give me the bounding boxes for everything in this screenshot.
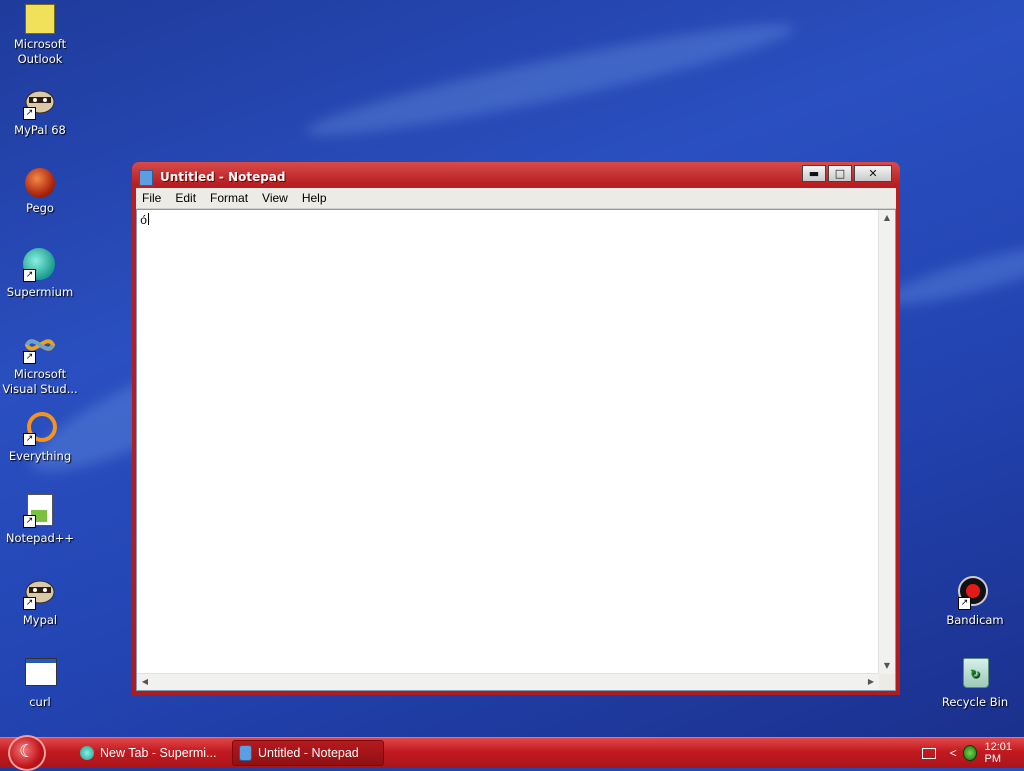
shortcut-arrow-icon: ↗ xyxy=(23,433,36,446)
window-title: Untitled - Notepad xyxy=(160,170,286,184)
desktop-icon-supermium[interactable]: ↗ Supermium xyxy=(0,248,80,300)
visual-studio-icon: ↗ xyxy=(23,330,57,364)
menu-format[interactable]: Format xyxy=(204,191,256,205)
clock[interactable]: 12:01 PM xyxy=(985,741,1024,765)
shortcut-arrow-icon: ↗ xyxy=(23,515,36,528)
wallpaper-streak xyxy=(301,8,799,152)
scroll-up-icon[interactable]: ▲ xyxy=(879,210,895,226)
desktop-icon-label: Outlook xyxy=(17,52,63,66)
shortcut-arrow-icon: ↗ xyxy=(958,597,971,610)
menu-help[interactable]: Help xyxy=(296,191,335,205)
menu-edit[interactable]: Edit xyxy=(169,191,204,205)
supermium-icon xyxy=(80,746,94,760)
desktop-icon-label: Recycle Bin xyxy=(941,695,1009,709)
recycle-bin-icon: ↻ xyxy=(958,658,992,692)
desktop-icon-label: Visual Stud... xyxy=(2,382,78,396)
network-status-icon[interactable] xyxy=(962,745,977,761)
supermium-icon: ↗ xyxy=(23,248,57,282)
close-button[interactable]: ✕ xyxy=(854,165,892,182)
scroll-left-icon[interactable]: ◀ xyxy=(137,674,153,690)
system-tray: < 12:01 PM xyxy=(894,738,1024,768)
desktop-icon-label: Everything xyxy=(8,449,72,463)
taskbar: ☾ New Tab - Supermi... Untitled - Notepa… xyxy=(0,735,1024,771)
desktop-icon-pego[interactable]: Pego xyxy=(0,168,80,216)
maximize-button[interactable]: □ xyxy=(828,165,852,182)
desktop-icon-label: Bandicam xyxy=(946,613,1004,627)
menubar: File Edit Format View Help xyxy=(136,188,896,209)
desktop-icon-label: Supermium xyxy=(6,285,74,299)
desktop-icon-outlook[interactable]: Microsoft Outlook xyxy=(0,4,80,67)
shortcut-arrow-icon: ↗ xyxy=(23,351,36,364)
notepad-icon xyxy=(239,745,252,761)
minimize-button[interactable]: ▬ xyxy=(802,165,826,182)
taskbar-button-label: New Tab - Supermi... xyxy=(100,746,217,760)
start-button[interactable]: ☾ xyxy=(8,735,46,771)
desktop-icon-recycle-bin[interactable]: ↻ Recycle Bin xyxy=(935,658,1015,710)
desktop-icon-label: curl xyxy=(29,695,51,709)
taskbar-button-label: Untitled - Notepad xyxy=(258,746,359,760)
tray-expand-icon[interactable]: < xyxy=(950,746,957,760)
shortcut-arrow-icon: ↗ xyxy=(23,269,36,282)
bandicam-icon: ↗ xyxy=(958,576,992,610)
titlebar[interactable]: Untitled - Notepad ▬ □ ✕ xyxy=(132,162,900,190)
wallpaper-streak xyxy=(879,234,1024,316)
text-caret xyxy=(148,213,150,225)
desktop-icon-label: Microsoft xyxy=(13,37,67,51)
horizontal-scrollbar[interactable]: ◀ ▶ xyxy=(137,673,879,690)
size-grip[interactable] xyxy=(879,674,895,690)
desktop-icon-label: Notepad++ xyxy=(5,531,75,545)
mypal68-icon: ↗ xyxy=(23,86,57,120)
shortcut-arrow-icon: ↗ xyxy=(23,107,36,120)
text-editor[interactable]: ó ▲ ▼ ◀ ▶ xyxy=(136,209,896,691)
desktop-icon-visual-studio[interactable]: ↗ Microsoft Visual Stud... xyxy=(0,330,80,397)
desktop-icon-mypal68[interactable]: ↗ MyPal 68 xyxy=(0,86,80,138)
shortcut-arrow-icon: ↗ xyxy=(23,597,36,610)
desktop-icon-label: Microsoft xyxy=(13,367,67,381)
desktop-icon-mypal[interactable]: ↗ Mypal xyxy=(0,576,80,628)
outlook-icon xyxy=(25,4,55,34)
everything-icon: ↗ xyxy=(23,412,57,446)
desktop-icon-label: Mypal xyxy=(22,613,58,627)
curl-icon xyxy=(23,658,57,692)
notepadpp-icon: ↗ xyxy=(23,494,57,528)
taskbar-button-supermium[interactable]: New Tab - Supermi... xyxy=(74,740,224,766)
desktop-icon-label: MyPal 68 xyxy=(14,123,66,137)
start-logo-icon: ☾ xyxy=(19,741,36,762)
mypal-icon: ↗ xyxy=(23,576,57,610)
pego-icon xyxy=(25,168,55,198)
window-controls: ▬ □ ✕ xyxy=(800,165,892,182)
desktop-icon-everything[interactable]: ↗ Everything xyxy=(0,412,80,464)
scroll-down-icon[interactable]: ▼ xyxy=(879,658,895,674)
taskbar-button-notepad[interactable]: Untitled - Notepad xyxy=(232,740,384,766)
notepad-icon xyxy=(139,170,153,186)
desktop-icon-label: Pego xyxy=(26,201,54,215)
editor-content[interactable]: ó xyxy=(140,213,150,228)
desktop-icon-bandicam[interactable]: ↗ Bandicam xyxy=(935,576,1015,628)
scroll-right-icon[interactable]: ▶ xyxy=(863,674,879,690)
notepad-window[interactable]: Untitled - Notepad ▬ □ ✕ File Edit Forma… xyxy=(132,162,900,695)
desktop-icon-notepadpp[interactable]: ↗ Notepad++ xyxy=(0,494,80,546)
menu-view[interactable]: View xyxy=(256,191,296,205)
vertical-scrollbar[interactable]: ▲ ▼ xyxy=(878,210,895,674)
menu-file[interactable]: File xyxy=(136,191,169,205)
keyboard-icon[interactable] xyxy=(922,747,936,759)
editor-text: ó xyxy=(140,214,148,228)
desktop-icon-curl[interactable]: curl xyxy=(0,658,80,710)
